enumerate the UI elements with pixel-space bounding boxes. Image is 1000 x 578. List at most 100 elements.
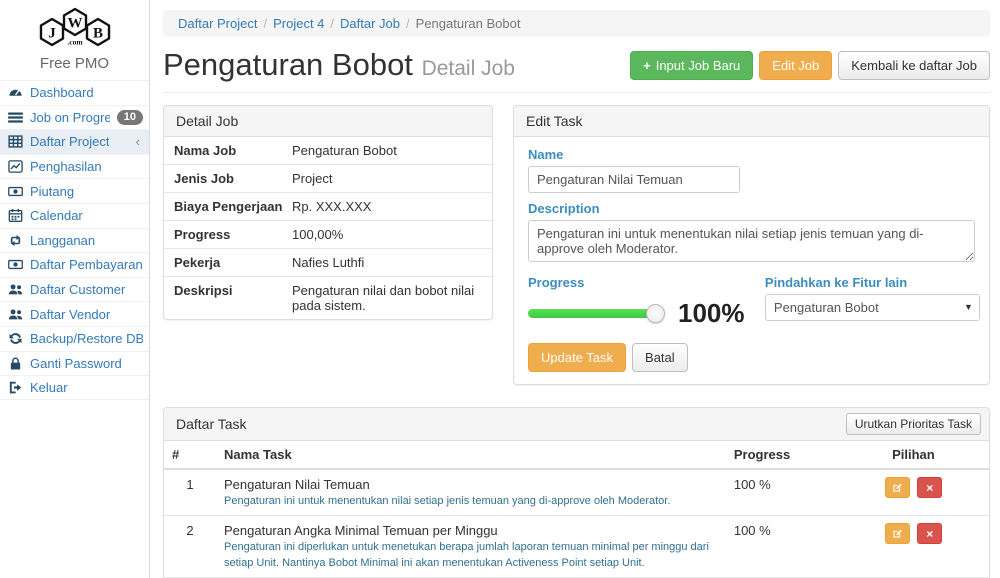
sidebar-item-langganan[interactable]: Langganan (0, 228, 149, 253)
kembali-ke-daftar-job-button[interactable]: Kembali ke daftar Job (838, 51, 990, 80)
delete-task-button[interactable]: × (917, 523, 942, 544)
task-row: 1 Pengaturan Nilai Temuan Pengaturan ini… (164, 469, 989, 516)
sidebar-item-daftar-vendor[interactable]: Daftar Vendor (0, 301, 149, 326)
update-task-button[interactable]: Update Task (528, 343, 626, 372)
edit-task-button[interactable] (885, 523, 910, 544)
sidebar-item-piutang[interactable]: Piutang (0, 178, 149, 203)
sidebar-item-daftar-customer[interactable]: Daftar Customer (0, 277, 149, 302)
svg-text:.com: .com (67, 38, 83, 47)
pencil-square-icon (892, 528, 903, 539)
users-icon (8, 282, 23, 297)
input-job-baru-button[interactable]: + Input Job Baru (630, 51, 753, 80)
sidebar-item-label: Langganan (30, 233, 95, 248)
progress-group: Progress 100% (528, 275, 765, 329)
column-header-progress: Progress (726, 441, 838, 469)
app-window: W J B .com Free PMO Dashboard Job on Pro… (0, 0, 1000, 578)
detail-label: Deskripsi (174, 283, 292, 313)
progress-slider-fill (528, 309, 656, 318)
detail-value: Rp. XXX.XXX (292, 199, 371, 214)
sidebar-item-ganti-password[interactable]: Ganti Password (0, 351, 149, 376)
daftar-task-title: Daftar Task (176, 416, 247, 432)
panels-row: Detail Job Nama Job Pengaturan Bobot Jen… (163, 105, 990, 385)
edit-task-form: Name Description Pengaturan ini untuk me… (514, 137, 989, 384)
dashboard-icon (8, 85, 23, 100)
svg-text:B: B (92, 26, 102, 42)
move-feature-select-wrap: Pengaturan Bobot ▼ (765, 294, 980, 321)
progress-slider-handle[interactable] (646, 304, 665, 323)
detail-label: Progress (174, 227, 292, 242)
detail-job-table: Nama Job Pengaturan Bobot Jenis Job Proj… (164, 137, 492, 319)
breadcrumb-link-daftar-job[interactable]: Daftar Job (340, 16, 400, 31)
progress-value: 100% (678, 298, 745, 329)
sidebar-item-label: Job on Progress (30, 110, 110, 125)
sidebar-item-label: Calendar (30, 208, 83, 223)
sidebar-item-label: Daftar Customer (30, 282, 125, 297)
task-actions: × (838, 516, 989, 578)
sidebar-item-daftar-project[interactable]: Daftar Project ‹ (0, 129, 149, 154)
breadcrumb: Daftar Project/Project 4/Daftar Job/Peng… (163, 10, 990, 37)
sidebar-item-daftar-pembayaran[interactable]: Daftar Pembayaran (0, 252, 149, 277)
task-progress: 100 % (726, 516, 838, 578)
move-feature-group: Pindahkan ke Fitur lain Pengaturan Bobot… (765, 275, 980, 329)
task-name-cell: Pengaturan Angka Minimal Temuan per Ming… (216, 516, 726, 578)
pencil-square-icon (892, 482, 903, 493)
list-icon (8, 110, 23, 125)
edit-job-button[interactable]: Edit Job (759, 51, 832, 80)
description-label: Description (528, 201, 975, 216)
task-description-textarea[interactable]: Pengaturan ini untuk menentukan nilai se… (528, 220, 975, 262)
table-icon (8, 134, 23, 149)
sidebar-item-label: Backup/Restore DB (30, 331, 143, 346)
column-header-num: # (164, 441, 216, 469)
detail-label: Nama Job (174, 143, 292, 158)
edit-task-panel: Edit Task Name Description Pengaturan in… (513, 105, 990, 385)
svg-text:W: W (67, 16, 82, 32)
money-icon (8, 184, 23, 199)
x-icon: × (926, 527, 933, 541)
breadcrumb-link-daftar-project[interactable]: Daftar Project (178, 16, 257, 31)
input-job-baru-label: Input Job Baru (656, 58, 741, 73)
batal-button[interactable]: Batal (632, 343, 688, 372)
task-description: Pengaturan ini diperlukan untuk menetuka… (224, 540, 718, 571)
header-actions: + Input Job Baru Edit Job Kembali ke daf… (630, 51, 990, 80)
retweet-icon (8, 233, 23, 248)
daftar-task-heading: Daftar Task Urutkan Prioritas Task (164, 408, 989, 441)
sidebar-item-label: Dashboard (30, 85, 94, 100)
sidebar-item-dashboard[interactable]: Dashboard (0, 80, 149, 105)
sidebar: W J B .com Free PMO Dashboard Job on Pro… (0, 0, 150, 578)
x-icon: × (926, 481, 933, 495)
detail-value: Nafies Luthfi (292, 255, 364, 270)
sidebar-item-label: Daftar Pembayaran (30, 257, 143, 272)
task-actions: × (838, 469, 989, 516)
detail-job-panel-title: Detail Job (164, 106, 492, 137)
detail-row-jenis-job: Jenis Job Project (164, 165, 492, 193)
name-label: Name (528, 147, 975, 162)
detail-value: Pengaturan Bobot (292, 143, 397, 158)
detail-row-biaya-pengerjaan: Biaya Pengerjaan Rp. XXX.XXX (164, 193, 492, 221)
progress-move-row: Progress 100% Pindahkan ke Fitur lain (528, 275, 975, 329)
plus-icon: + (643, 58, 651, 73)
sidebar-item-calendar[interactable]: Calendar (0, 203, 149, 228)
detail-value: Project (292, 171, 332, 186)
sidebar-item-label: Daftar Project (30, 134, 109, 149)
task-num: 1 (164, 469, 216, 516)
progress-slider[interactable] (528, 309, 656, 318)
brand-name: Free PMO (0, 55, 149, 72)
task-name-input[interactable] (528, 166, 740, 193)
sidebar-item-label: Keluar (30, 380, 68, 395)
sidebar-item-penghasilan[interactable]: Penghasilan (0, 154, 149, 179)
move-feature-select[interactable]: Pengaturan Bobot (765, 294, 980, 321)
sidebar-item-backup-restore-db[interactable]: Backup/Restore DB (0, 326, 149, 351)
delete-task-button[interactable]: × (917, 477, 942, 498)
sidebar-menu: Dashboard Job on Progress 10 Daftar Proj… (0, 80, 149, 400)
edit-task-button[interactable] (885, 477, 910, 498)
breadcrumb-separator: / (257, 16, 273, 31)
money-icon (8, 257, 23, 272)
urutkan-prioritas-task-button-top[interactable]: Urutkan Prioritas Task (846, 413, 981, 435)
detail-label: Pekerja (174, 255, 292, 270)
detail-row-nama-job: Nama Job Pengaturan Bobot (164, 137, 492, 165)
breadcrumb-link-project-4[interactable]: Project 4 (273, 16, 324, 31)
sidebar-item-job-on-progress[interactable]: Job on Progress 10 (0, 105, 149, 130)
task-name-cell: Pengaturan Nilai Temuan Pengaturan ini u… (216, 469, 726, 516)
sidebar-item-keluar[interactable]: Keluar (0, 375, 149, 400)
column-header-nama-task: Nama Task (216, 441, 726, 469)
